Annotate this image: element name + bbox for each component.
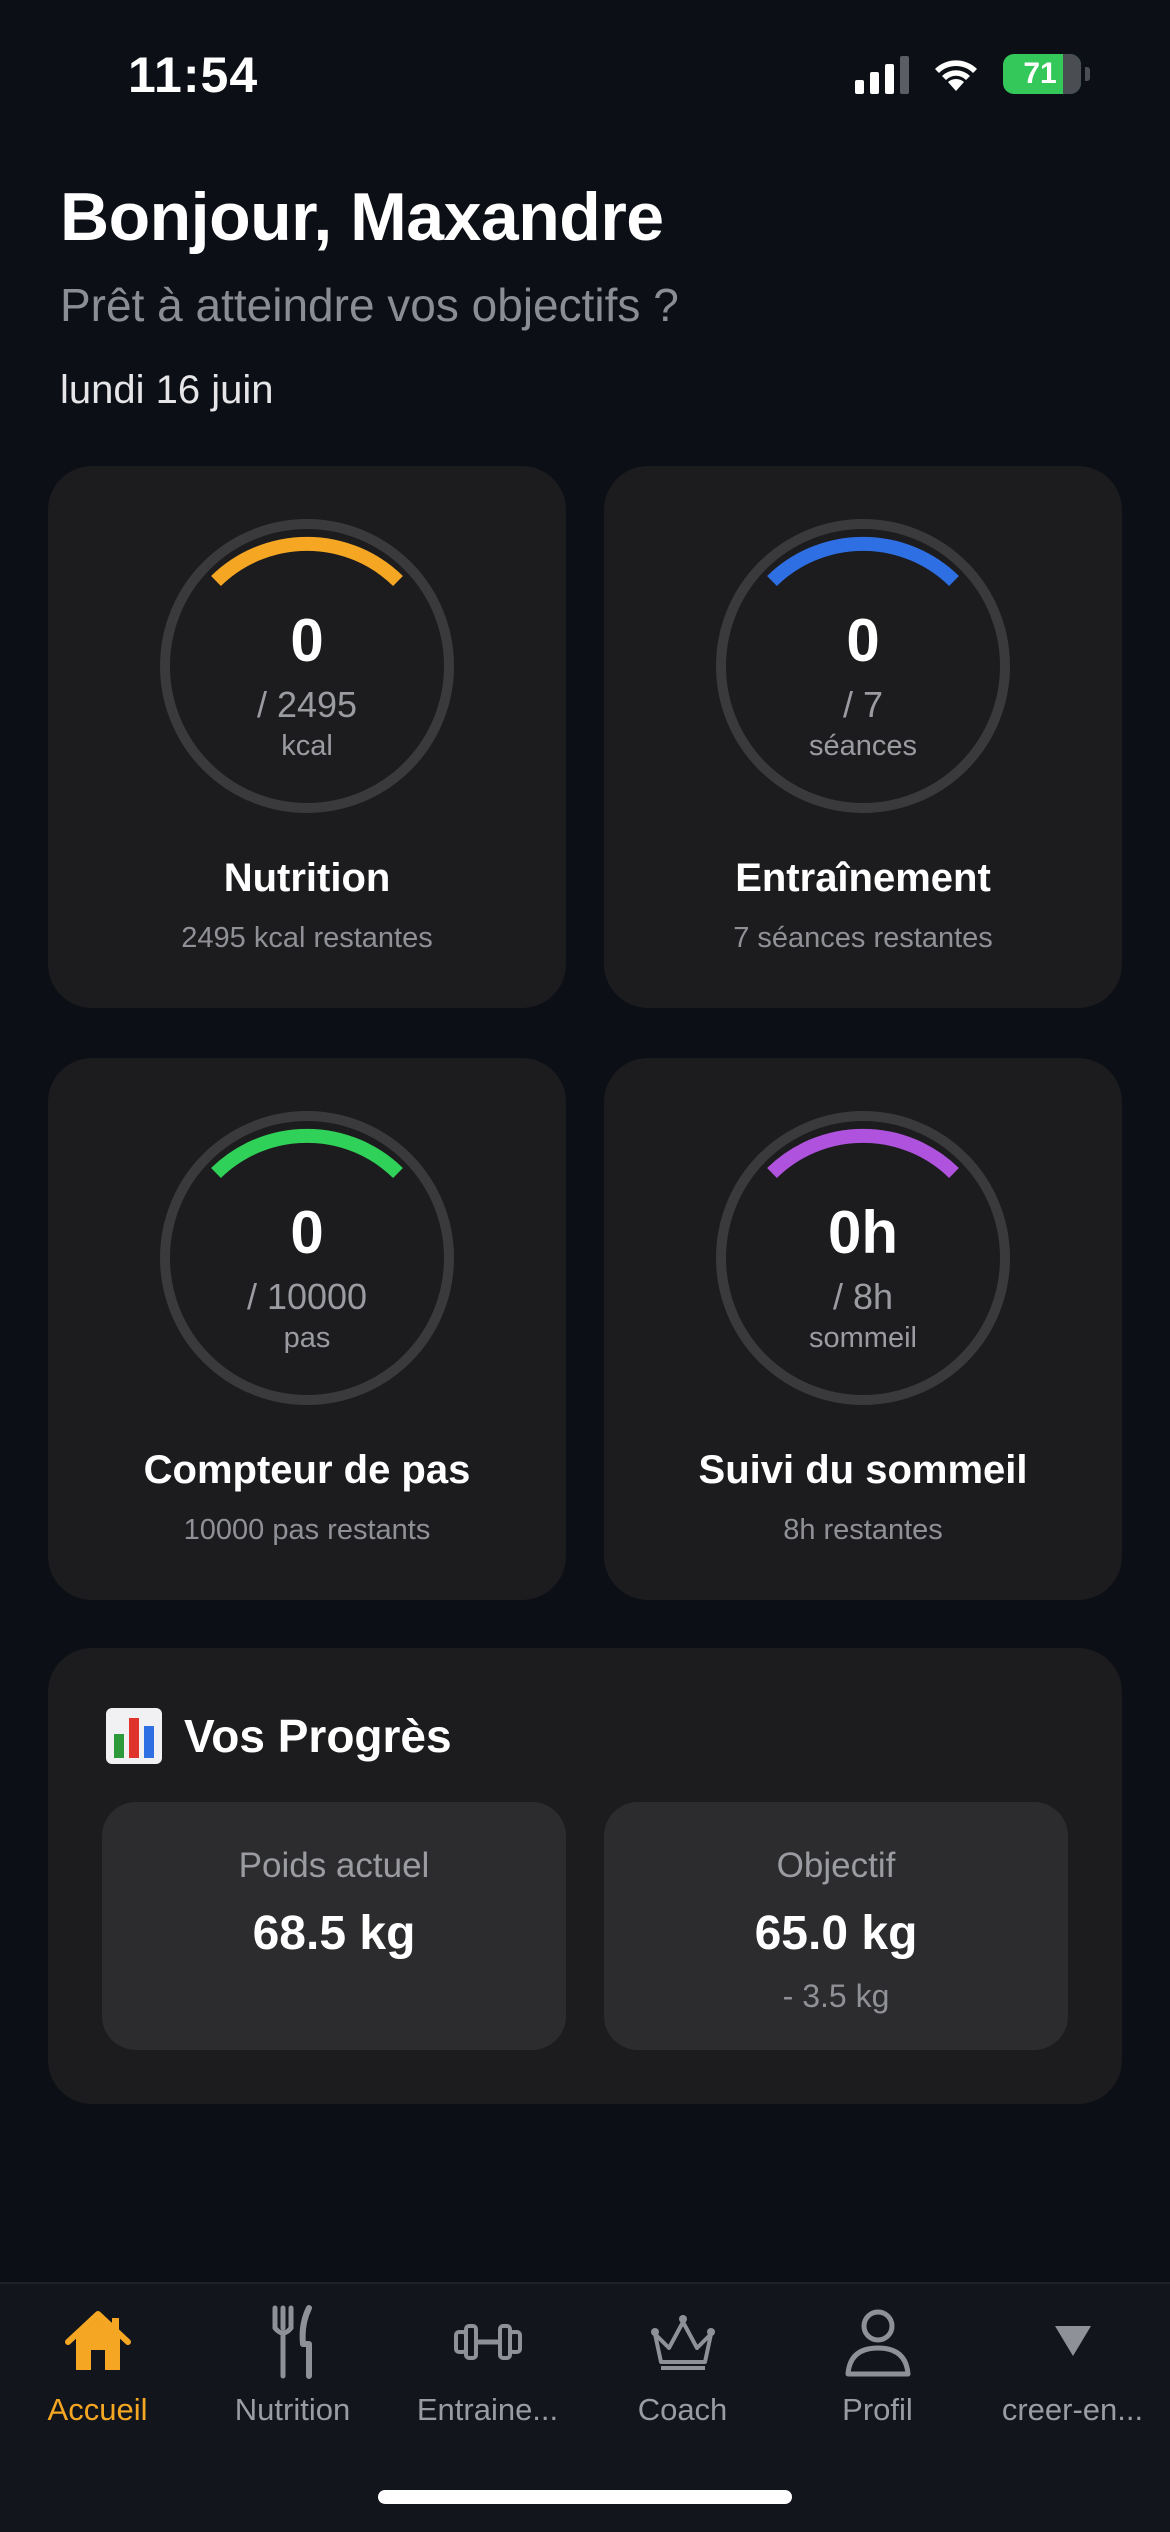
nutrition-value: 0 — [290, 607, 324, 674]
page-title: Bonjour, Maxandre — [60, 179, 664, 255]
tab-label: Profil — [842, 2392, 913, 2427]
training-value: 0 — [846, 607, 880, 674]
training-unit: séances — [808, 730, 917, 762]
status-time: 11:54 — [128, 47, 259, 103]
wifi-icon — [935, 60, 977, 91]
current-weight-box[interactable]: Poids actuel 68.5 kg — [102, 1802, 566, 2050]
signal-icon — [855, 54, 909, 94]
tab-profil[interactable]: Profil — [780, 2304, 975, 2454]
tab-nutrition[interactable]: Nutrition — [195, 2304, 390, 2454]
tab-entrainement[interactable]: Entraine... — [390, 2304, 585, 2454]
sleep-value: 0h — [827, 1199, 899, 1266]
tab-accueil[interactable]: Accueil — [0, 2304, 195, 2454]
home-icon — [64, 2311, 131, 2370]
training-title: Entraînement — [735, 856, 991, 900]
current-weight-value: 68.5 kg — [252, 1907, 416, 1960]
sleep-card[interactable]: 0h / 8h sommeil Suivi du sommeil 8h rest… — [604, 1058, 1122, 1600]
ring-arc — [767, 536, 959, 587]
triangle-down-icon — [1054, 2326, 1091, 2356]
tab-creer-entrainement[interactable]: creer-en... — [975, 2304, 1170, 2454]
goal-weight-label: Objectif — [776, 1846, 896, 1885]
page-subtitle: Prêt à atteindre vos objectifs ? — [60, 279, 679, 331]
nutrition-title: Nutrition — [223, 856, 391, 900]
nutrition-target: / 2495 — [256, 684, 358, 725]
tab-label: Nutrition — [234, 2392, 351, 2427]
training-target: / 7 — [842, 684, 884, 725]
fork-knife-icon — [272, 2305, 312, 2379]
current-weight-label: Poids actuel — [238, 1846, 430, 1885]
status-icons: 71 — [855, 54, 1090, 94]
steps-value: 0 — [290, 1199, 324, 1266]
ring-arc — [211, 1128, 403, 1179]
steps-unit: pas — [283, 1322, 331, 1354]
sleep-title: Suivi du sommeil — [698, 1448, 1028, 1492]
bar-chart-icon — [106, 1708, 162, 1764]
battery-icon: 71 — [1003, 54, 1081, 94]
sleep-unit: sommeil — [809, 1322, 917, 1354]
tab-coach[interactable]: Coach — [585, 2304, 780, 2454]
sleep-target: / 8h — [832, 1276, 894, 1317]
goal-weight-value: 65.0 kg — [754, 1907, 918, 1960]
ring-arc — [211, 536, 403, 587]
nutrition-remaining: 2495 kcal restantes — [181, 922, 433, 954]
nutrition-unit: kcal — [281, 730, 333, 762]
tab-label: Entraine... — [416, 2392, 559, 2427]
steps-title: Compteur de pas — [143, 1448, 471, 1492]
home-indicator[interactable] — [378, 2490, 792, 2504]
steps-remaining: 10000 pas restants — [183, 1514, 431, 1546]
nutrition-card[interactable]: 0 / 2495 kcal Nutrition 2495 kcal restan… — [48, 466, 566, 1008]
progress-section: Vos Progrès Poids actuel 68.5 kg Objecti… — [48, 1648, 1122, 2104]
tab-label: Accueil — [47, 2392, 148, 2427]
crown-icon — [650, 2315, 715, 2370]
dumbbell-icon — [453, 2324, 522, 2360]
progress-header: Vos Progrès — [106, 1708, 452, 1764]
sleep-remaining: 8h restantes — [783, 1514, 943, 1546]
steps-target: / 10000 — [246, 1276, 368, 1317]
training-remaining: 7 séances restantes — [733, 922, 993, 954]
current-date: lundi 16 juin — [60, 368, 274, 412]
goal-weight-box[interactable]: Objectif 65.0 kg - 3.5 kg — [604, 1802, 1068, 2050]
progress-title: Vos Progrès — [184, 1710, 452, 1762]
steps-card[interactable]: 0 / 10000 pas Compteur de pas 10000 pas … — [48, 1058, 566, 1600]
person-icon — [845, 2309, 910, 2377]
tab-label: Coach — [637, 2392, 728, 2427]
ring-arc — [767, 1128, 959, 1179]
training-card[interactable]: 0 / 7 séances Entraînement 7 séances res… — [604, 466, 1122, 1008]
goal-weight-diff: - 3.5 kg — [782, 1978, 890, 2014]
tab-label: creer-en... — [1001, 2392, 1144, 2427]
battery-level: 71 — [1023, 57, 1057, 90]
status-bar: 11:54 71 — [0, 0, 1170, 150]
